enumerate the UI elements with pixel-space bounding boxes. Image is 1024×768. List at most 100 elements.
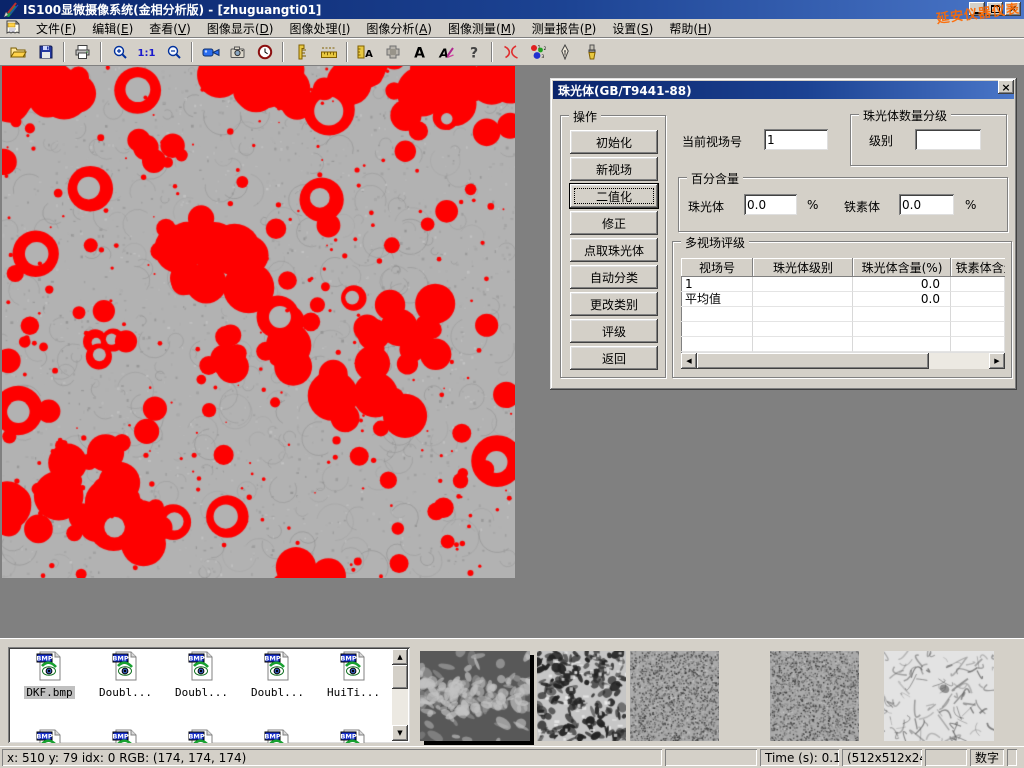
- zoom-out-icon: [166, 44, 182, 60]
- file-item[interactable]: BMPDKF.bmp: [12, 651, 87, 699]
- zoom-in-toolbar-button[interactable]: [106, 39, 133, 65]
- zoom-out-toolbar-button[interactable]: [160, 39, 187, 65]
- menu-image-measure[interactable]: 图像测量(M): [440, 18, 524, 39]
- zoom-in-icon: [112, 44, 128, 60]
- table-cell: [681, 337, 753, 352]
- file-name: HuiTi...: [325, 686, 382, 699]
- grid-toolbar-button[interactable]: [379, 39, 406, 65]
- file-item[interactable]: BMP: [164, 729, 239, 743]
- file-item[interactable]: BMP: [12, 729, 87, 743]
- file-item[interactable]: BMPDoubl...: [164, 651, 239, 699]
- table-row[interactable]: 平均值0.0: [681, 292, 1005, 307]
- menu-file[interactable]: 文件(F): [28, 18, 84, 39]
- window-minimize-button[interactable]: [969, 2, 985, 16]
- menu-image-display[interactable]: 图像显示(D): [199, 18, 282, 39]
- scroll-right-button[interactable]: ▶: [989, 353, 1005, 369]
- table-cell: [951, 337, 1005, 352]
- print-toolbar-button[interactable]: [69, 39, 96, 65]
- table-row[interactable]: [681, 337, 1005, 352]
- table-row[interactable]: [681, 322, 1005, 337]
- gallery-thumb-5[interactable]: [884, 651, 994, 741]
- count-points-toolbar-button[interactable]: 123: [524, 39, 551, 65]
- brush-toolbar-button[interactable]: [578, 39, 605, 65]
- binarize-button[interactable]: 二值化: [570, 184, 658, 208]
- caliper-toolbar-button[interactable]: [288, 39, 315, 65]
- gallery-thumb-4[interactable]: [770, 651, 859, 741]
- file-item[interactable]: BMP: [240, 729, 315, 743]
- current-field-input[interactable]: [764, 129, 828, 150]
- svg-text:?: ?: [469, 46, 477, 61]
- scroll-thumb[interactable]: [697, 353, 929, 369]
- menu-measure-report[interactable]: 测量报告(P): [524, 18, 605, 39]
- column-header[interactable]: 珠光体含量(%): [853, 258, 951, 277]
- correct-button[interactable]: 修正: [570, 211, 658, 235]
- gallery-thumb-1[interactable]: [420, 651, 530, 741]
- init-button[interactable]: 初始化: [570, 130, 658, 154]
- pick-pearlite-button[interactable]: 点取珠光体: [570, 238, 658, 262]
- menu-image-analysis[interactable]: 图像分析(A): [358, 18, 440, 39]
- file-item[interactable]: BMPDoubl...: [88, 651, 163, 699]
- change-class-button[interactable]: 更改类别: [570, 292, 658, 316]
- still-camera-toolbar-button[interactable]: [224, 39, 251, 65]
- curve-toolbar-button[interactable]: [497, 39, 524, 65]
- column-header[interactable]: 视场号: [681, 258, 753, 277]
- table-row[interactable]: 10.0: [681, 277, 1005, 292]
- file-item[interactable]: BMP: [88, 729, 163, 743]
- menu-edit[interactable]: 编辑(E): [84, 18, 141, 39]
- table-hscrollbar[interactable]: ◀ ▶: [681, 353, 1005, 369]
- scroll-track[interactable]: [929, 353, 989, 369]
- file-item[interactable]: BMP: [316, 729, 391, 743]
- measure-text-toolbar-button[interactable]: A: [352, 39, 379, 65]
- bmp-eye-icon: BMP: [188, 670, 215, 684]
- scroll-up-button[interactable]: ▲: [392, 649, 408, 665]
- auto-classify-button[interactable]: 自动分类: [570, 265, 658, 289]
- window-maximize-button[interactable]: [987, 2, 1003, 16]
- metallographic-image-binarized[interactable]: [2, 66, 515, 578]
- pearlite-percent-unit: %: [807, 198, 818, 212]
- table-cell: [853, 337, 951, 352]
- menu-image-process[interactable]: 图像处理(I): [281, 18, 358, 39]
- toolbar-separator: [63, 42, 65, 62]
- column-header[interactable]: 铁素体含量(%): [951, 258, 1005, 277]
- file-item[interactable]: BMPHuiTi...: [316, 651, 391, 699]
- pen-toolbar-button[interactable]: [551, 39, 578, 65]
- save-toolbar-button[interactable]: [32, 39, 59, 65]
- video-camera-toolbar-button[interactable]: [197, 39, 224, 65]
- file-item[interactable]: BMPDoubl...: [240, 651, 315, 699]
- open-toolbar-button[interactable]: [5, 39, 32, 65]
- rating-table[interactable]: 视场号珠光体级别珠光体含量(%)铁素体含量(%)10.0平均值0.0: [681, 258, 1005, 353]
- pearlite-percent-input[interactable]: [744, 194, 797, 215]
- grade-input[interactable]: [915, 129, 981, 150]
- text-toolbar-button[interactable]: A: [406, 39, 433, 65]
- svg-text:BMP: BMP: [112, 733, 128, 741]
- count-points-icon: 123: [529, 44, 546, 60]
- new-field-button[interactable]: 新视场: [570, 157, 658, 181]
- one-to-one-toolbar-button[interactable]: 1:1: [133, 39, 160, 65]
- gallery-thumb-3[interactable]: [630, 651, 719, 741]
- file-browser-scrollbar[interactable]: ▲ ▼: [392, 649, 408, 741]
- table-row[interactable]: [681, 307, 1005, 322]
- grade-button[interactable]: 评级: [570, 319, 658, 343]
- scroll-down-button[interactable]: ▼: [392, 725, 408, 741]
- help-toolbar-button[interactable]: ?: [460, 39, 487, 65]
- text-edit-toolbar-button[interactable]: A: [433, 39, 460, 65]
- column-header[interactable]: 珠光体级别: [753, 258, 853, 277]
- gallery-thumb-2[interactable]: [537, 651, 626, 741]
- current-field-label: 当前视场号: [682, 133, 742, 150]
- clock-toolbar-button[interactable]: [251, 39, 278, 65]
- ferrite-percent-input[interactable]: [899, 194, 954, 215]
- title-bar: IS100显微摄像系统(金相分析版) - [zhuguangti01] ×: [0, 0, 1024, 19]
- menu-help[interactable]: 帮助(H): [661, 18, 719, 39]
- scroll-thumb[interactable]: [392, 665, 408, 689]
- table-cell: [951, 322, 1005, 337]
- window-close-button[interactable]: ×: [1005, 2, 1021, 16]
- ruler-toolbar-button[interactable]: [315, 39, 342, 65]
- scroll-left-button[interactable]: ◀: [681, 353, 697, 369]
- dialog-close-button[interactable]: ×: [998, 80, 1014, 94]
- return-button[interactable]: 返回: [570, 346, 658, 370]
- menu-settings[interactable]: 设置(S): [604, 18, 661, 39]
- dialog-title-bar[interactable]: 珠光体(GB/T9441-88): [553, 81, 1014, 99]
- menu-view[interactable]: 查看(V): [141, 18, 199, 39]
- table-header: 视场号珠光体级别珠光体含量(%)铁素体含量(%): [681, 258, 1005, 277]
- document-icon[interactable]: [4, 20, 22, 36]
